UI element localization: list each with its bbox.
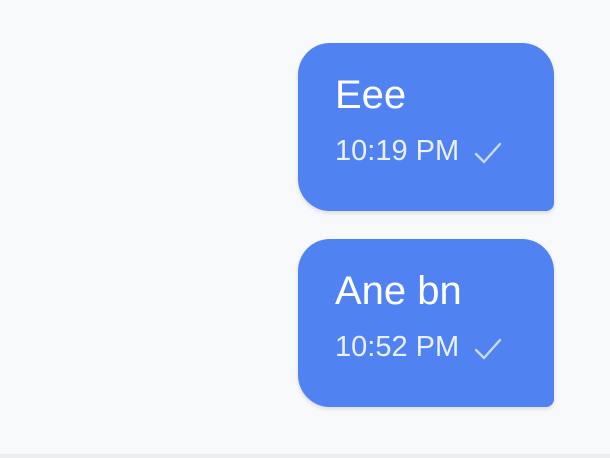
message-text: Eee bbox=[335, 73, 407, 117]
outgoing-message-bubble[interactable]: Ane bn 10:52 PM bbox=[298, 239, 554, 407]
check-icon bbox=[473, 140, 503, 164]
chat-message-list: Eee 10:19 PM Ane bn 10:52 PM bbox=[0, 0, 610, 454]
outgoing-message-bubble[interactable]: Eee 10:19 PM bbox=[298, 43, 554, 211]
message-timestamp: 10:19 PM bbox=[335, 135, 460, 167]
message-meta: 10:19 PM bbox=[335, 135, 554, 168]
message-timestamp: 10:52 PM bbox=[335, 331, 460, 363]
message-meta: 10:52 PM bbox=[335, 331, 554, 364]
check-icon bbox=[473, 336, 503, 360]
composer-divider bbox=[0, 454, 610, 458]
message-text: Ane bn bbox=[335, 269, 462, 313]
